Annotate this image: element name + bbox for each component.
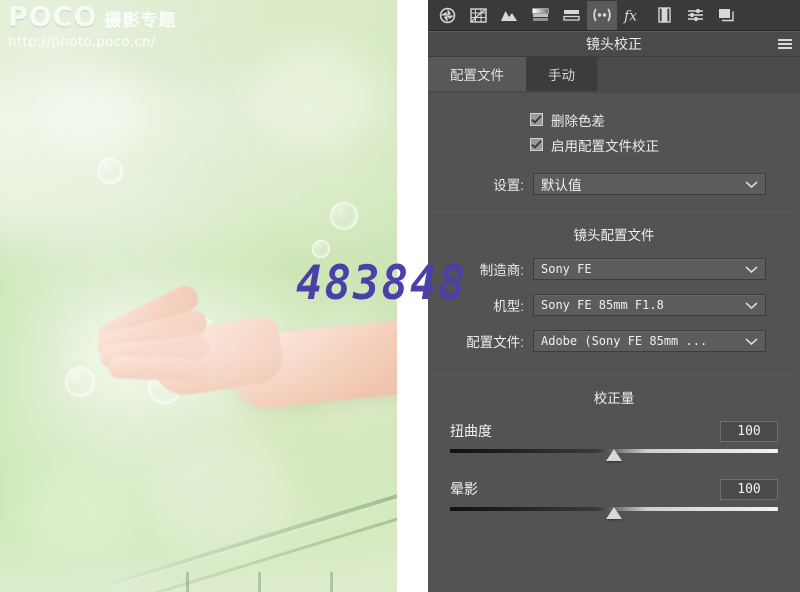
model-value: Sony FE 85mm F1.8 bbox=[541, 298, 664, 312]
chevron-down-icon bbox=[745, 262, 758, 277]
slider-vignetting: 晕影 100 bbox=[428, 475, 800, 521]
slider-distortion-label: 扭曲度 bbox=[450, 423, 492, 439]
tab-profile[interactable]: 配置文件 bbox=[428, 57, 526, 91]
hand-subject bbox=[58, 274, 397, 446]
app-root: POCO 摄影专题 http://photo.poco.cn/ 483848 f… bbox=[0, 0, 800, 592]
snapshots-icon[interactable] bbox=[711, 1, 741, 30]
tone-curve-icon[interactable] bbox=[463, 1, 493, 30]
panel-title: 镜头校正 bbox=[586, 35, 642, 52]
checkbox-label-enable-profile: 启用配置文件校正 bbox=[551, 138, 659, 154]
slider-distortion-value[interactable]: 100 bbox=[720, 420, 778, 442]
chevron-down-icon bbox=[745, 177, 758, 192]
profile-label: 配置文件: bbox=[466, 335, 524, 350]
checkbox-remove-chromatic-aberration[interactable] bbox=[530, 113, 543, 126]
checkbox-enable-profile-correction[interactable] bbox=[530, 138, 543, 151]
slider-distortion-head: 扭曲度 100 bbox=[450, 417, 778, 445]
effects-fx-icon[interactable]: fx bbox=[618, 1, 648, 30]
tab-filler bbox=[597, 57, 800, 91]
lens-correction-panel: fx 镜头校正 配置文件 手动 删除色差 启用配置文件校正 设置: 默认值 镜头… bbox=[428, 0, 800, 592]
slider-vignetting-label: 晕影 bbox=[450, 481, 478, 497]
fence-post bbox=[186, 572, 189, 592]
camera-raw-basic-icon[interactable] bbox=[432, 1, 462, 30]
slider-vignetting-head: 晕影 100 bbox=[450, 475, 778, 503]
panel-tabs: 配置文件 手动 bbox=[428, 57, 800, 91]
slider-vignetting-track-wrap[interactable] bbox=[450, 503, 778, 521]
svg-text:fx: fx bbox=[623, 8, 637, 24]
model-dropdown[interactable]: Sony FE 85mm F1.8 bbox=[533, 294, 766, 316]
lens-profile-title: 镜头配置文件 bbox=[573, 228, 655, 243]
camera-raw-toolbar: fx bbox=[428, 0, 800, 31]
soap-bubble bbox=[330, 202, 358, 230]
detail-icon[interactable] bbox=[494, 1, 524, 30]
chevron-down-icon bbox=[745, 334, 758, 349]
lens-corrections-icon[interactable] bbox=[587, 0, 617, 30]
checkbox-label-remove-ca: 删除色差 bbox=[551, 113, 605, 129]
slider-distortion-thumb[interactable] bbox=[606, 449, 622, 461]
finger bbox=[107, 355, 209, 382]
slider-vignetting-thumb[interactable] bbox=[606, 507, 622, 519]
checkbox-row-remove-ca[interactable]: 删除色差 bbox=[428, 107, 800, 132]
panel-title-bar: 镜头校正 bbox=[428, 31, 800, 57]
panel-body: 删除色差 启用配置文件校正 设置: 默认值 镜头配置文件 制造商: Sony F… bbox=[428, 93, 800, 521]
fence-post bbox=[330, 572, 333, 592]
checkbox-row-enable-profile[interactable]: 启用配置文件校正 bbox=[428, 132, 800, 157]
presets-icon[interactable] bbox=[680, 1, 710, 30]
bokeh-blob bbox=[250, 40, 380, 150]
profile-value: Adobe (Sony FE 85mm ... bbox=[541, 334, 708, 348]
camera-calibration-icon[interactable] bbox=[649, 1, 679, 30]
hsl-grayscale-icon[interactable] bbox=[525, 1, 555, 30]
tab-manual[interactable]: 手动 bbox=[526, 57, 597, 91]
manufacturer-dropdown[interactable]: Sony FE bbox=[533, 258, 766, 280]
split-toning-icon[interactable] bbox=[556, 1, 586, 30]
slider-distortion: 扭曲度 100 bbox=[428, 417, 800, 463]
fence-post bbox=[258, 572, 261, 592]
settings-dropdown-value: 默认值 bbox=[541, 178, 582, 193]
soap-bubble bbox=[97, 158, 123, 184]
model-row: 机型: Sony FE 85mm F1.8 bbox=[428, 290, 800, 320]
hamburger-menu-icon[interactable] bbox=[778, 38, 792, 49]
slider-vignetting-value[interactable]: 100 bbox=[720, 478, 778, 500]
chevron-down-icon bbox=[745, 298, 758, 313]
settings-dropdown[interactable]: 默认值 bbox=[533, 173, 766, 195]
profile-dropdown[interactable]: Adobe (Sony FE 85mm ... bbox=[533, 330, 766, 352]
manufacturer-row: 制造商: Sony FE bbox=[428, 254, 800, 284]
settings-label: 设置: bbox=[493, 178, 524, 193]
slider-distortion-track-wrap[interactable] bbox=[450, 445, 778, 463]
bokeh-blob bbox=[40, 70, 150, 160]
correction-amount-title: 校正量 bbox=[593, 391, 635, 406]
bokeh-blob bbox=[10, 470, 130, 560]
overlay-number: 483848 bbox=[296, 255, 467, 312]
settings-row: 设置: 默认值 bbox=[428, 169, 800, 199]
profile-row: 配置文件: Adobe (Sony FE 85mm ... bbox=[428, 326, 800, 356]
manufacturer-value: Sony FE bbox=[541, 262, 592, 276]
